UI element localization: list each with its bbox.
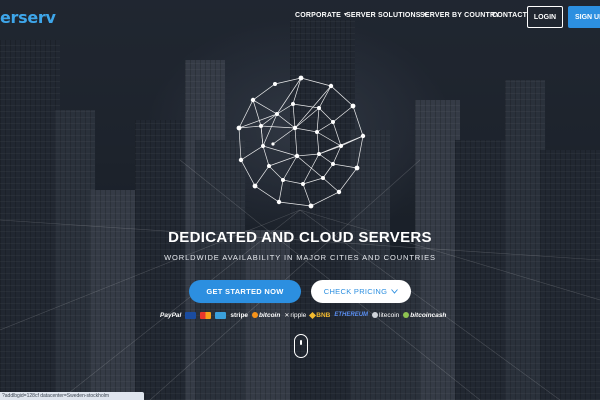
bitcoin-cash-icon: bitcoincash [403,312,446,319]
nav-item-server-by-country[interactable]: SERVER BY COUNTRY [420,12,500,19]
payment-methods: PayPal stripe bitcoin ✕ ripple BNB ETHERE… [160,309,446,321]
stripe-icon: stripe [230,311,249,319]
nav-item-contact[interactable]: CONTACT [492,12,527,19]
check-pricing-label: CHECK PRICING [323,287,388,296]
nav-item-corporate[interactable]: CORPORATE ▼ [295,12,348,19]
nav-item-label: CORPORATE [295,12,342,19]
nav-item-label: SERVER BY COUNTRY [420,12,500,19]
network-globe-icon [236,75,366,209]
browser-status-url: ?addlbgid=128cf datacenter=Sweden-stockh… [0,392,144,400]
chevron-down-icon [391,287,399,296]
paypal-icon: PayPal [160,311,182,319]
brand-logo[interactable]: erserv [0,8,56,27]
litecoin-icon: litecoin [372,312,399,319]
mouse-scroll-icon[interactable] [294,334,308,358]
ripple-icon: ✕ ripple [284,311,307,319]
bitcoin-icon: bitcoin [252,312,280,319]
amex-icon [215,311,227,319]
hero-subline: WORLDWIDE AVAILABILITY IN MAJOR CITIES A… [164,253,436,262]
login-button[interactable]: LOGIN [527,6,563,28]
signup-button[interactable]: SIGN UP [568,6,600,28]
top-navigation: erserv CORPORATE ▼ SERVER SOLUTIONS ▼ SERV… [0,0,600,34]
visa-icon [185,311,197,319]
check-pricing-button[interactable]: CHECK PRICING [311,280,411,303]
ethereum-icon: ETHEREUM [334,312,369,318]
hero-headline: DEDICATED AND CLOUD SERVERS [168,229,432,246]
get-started-button[interactable]: GET STARTED NOW [189,280,301,303]
mastercard-icon [200,311,212,319]
nav-item-server-solutions[interactable]: SERVER SOLUTIONS ▼ [346,12,428,19]
bnb-icon: BNB [309,311,330,319]
nav-item-label: SERVER SOLUTIONS [346,12,421,19]
nav-item-label: CONTACT [492,12,528,19]
